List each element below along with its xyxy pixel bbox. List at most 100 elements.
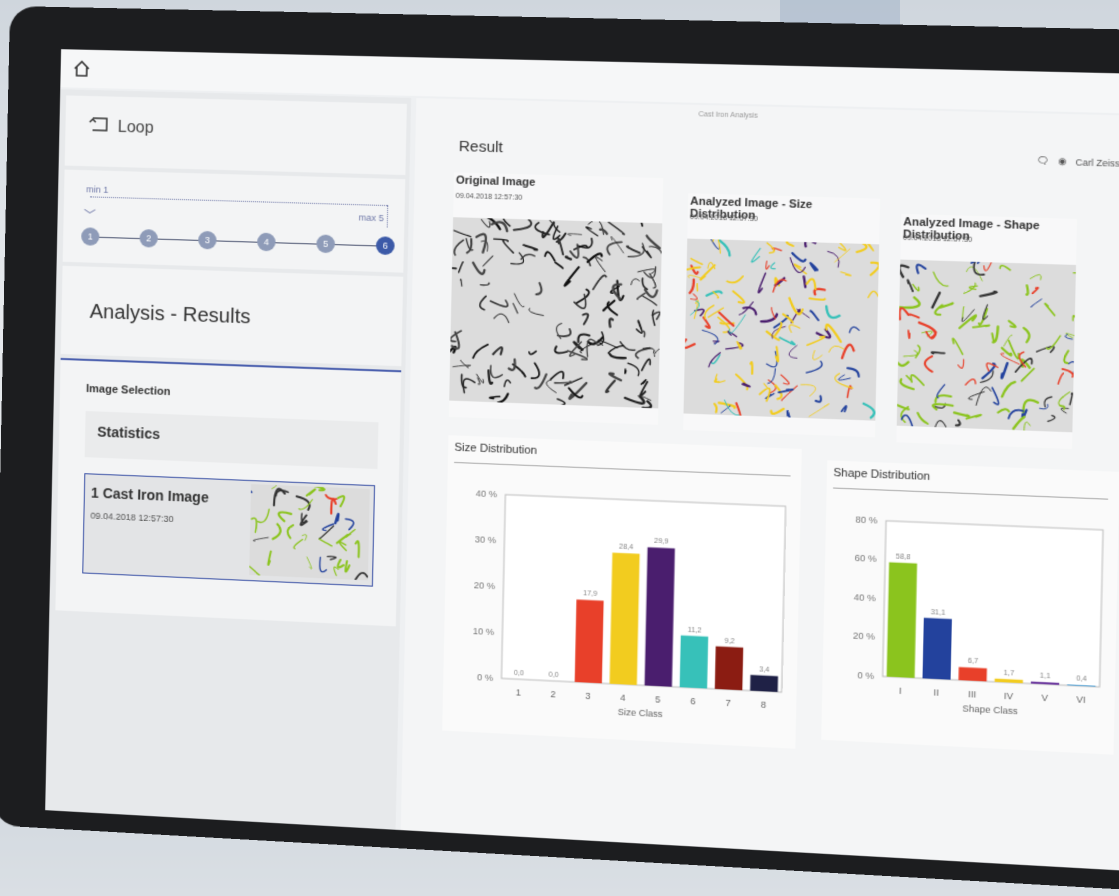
statistics-item[interactable]: Statistics [84, 411, 379, 470]
image-block-date: 09.04.2018 12:57:30 [902, 234, 973, 245]
graphite-particle [625, 369, 626, 373]
y-tick-label: 80 % [855, 514, 877, 525]
plot-area [501, 495, 785, 693]
step-3[interactable]: 3 [198, 230, 217, 250]
shape-analyzed-micrograph [896, 259, 1077, 433]
bar [574, 599, 604, 684]
window-title: Cast Iron Analysis [698, 111, 758, 120]
image-name: 1 Cast Iron Image [90, 484, 209, 506]
x-tick-label: 5 [655, 694, 661, 705]
loop-icon [88, 116, 108, 131]
step-6[interactable]: 6 [375, 236, 395, 256]
y-tick-label: 40 % [854, 592, 876, 603]
x-axis-label: Shape Class [962, 703, 1018, 716]
y-tick-label: 10 % [473, 626, 495, 637]
min-label: min 1 [86, 184, 109, 195]
bar-value-label: 9,2 [724, 637, 735, 645]
comment-icon[interactable]: 🗨 [1037, 155, 1050, 167]
x-tick-label: VI [1076, 694, 1086, 705]
shape-distribution-chart: 0 % 20 % 40 % 60 % 80 % 58,8 I 31,1 II 6,7 III 1,7 I… [853, 514, 1119, 716]
x-tick-label: II [933, 687, 939, 698]
bar [714, 646, 744, 691]
graphite-particle [1027, 285, 1028, 294]
loop-label: Loop [117, 118, 154, 137]
y-tick-label: 0 % [477, 672, 493, 683]
micrograph-background [896, 259, 1077, 433]
size-distribution-card: Size Distribution 0 % 10 % 20 % 30 % 40 % 0,0… [442, 435, 802, 749]
bar [750, 674, 779, 693]
user-avatar-icon[interactable]: ◉ [1058, 156, 1067, 168]
image-selection-heading: Image Selection [85, 382, 171, 399]
image-thumbnail [249, 484, 370, 581]
image-block-date: 09.04.2018 12:57:30 [689, 213, 759, 224]
x-tick-label: I [899, 686, 902, 697]
x-tick-label: 8 [761, 699, 767, 710]
shape-distribution-card: Shape Distribution 0 % 20 % 40 % 60 % 80 % 58… [821, 460, 1119, 755]
step-track [89, 236, 391, 247]
range-dotted-drop [386, 205, 389, 228]
range-dotted-line [90, 196, 388, 207]
bar-value-label: 28,4 [619, 544, 634, 552]
original-image-block: Original Image 09.04.2018 12:57:30 [448, 172, 664, 425]
bar-value-label: 11,2 [688, 626, 702, 634]
loop-stepper: min 1 max 5 ﹀ 1 2 3 4 5 6 [62, 169, 406, 273]
x-tick-label: 7 [726, 698, 732, 709]
bar-value-label: 0,0 [514, 670, 524, 678]
home-icon[interactable] [73, 59, 91, 77]
bar-value-label: 17,9 [583, 591, 598, 599]
step-2[interactable]: 2 [139, 229, 158, 248]
bar [609, 552, 640, 686]
size-analyzed-image-block: Analyzed Image - Size Distribution 09.04… [683, 193, 881, 438]
y-tick-label: 20 % [853, 631, 875, 642]
bar-value-label: 29,9 [654, 538, 669, 546]
image-block-date: 09.04.2018 12:57:30 [455, 192, 523, 202]
step-5[interactable]: 5 [316, 234, 336, 254]
x-tick-label: 2 [550, 689, 555, 700]
x-tick-label: 4 [620, 692, 625, 703]
x-tick-label: 6 [690, 696, 696, 707]
app-screen: Loop min 1 max 5 ﹀ 1 2 3 4 5 6 Analysis … [45, 49, 1119, 877]
x-axis-label: Size Class [618, 707, 663, 720]
x-tick-label: 1 [516, 687, 521, 697]
shape-analyzed-image-block: Analyzed Image - Shape Distribution 09.0… [896, 213, 1078, 450]
bar-value-label: 58,8 [896, 553, 911, 561]
bar [679, 635, 709, 689]
selected-image-item[interactable]: 1 Cast Iron Image 09.04.2018 12:57:30 [82, 473, 376, 587]
size-chart-title: Size Distribution [454, 441, 538, 458]
main-panel: Cast Iron Analysis Result 🗨 ◉ Carl Zeiss… [400, 98, 1119, 877]
y-tick-label: 40 % [476, 488, 498, 499]
bar-value-label: 31,1 [931, 609, 946, 617]
micrograph-background [449, 217, 663, 409]
size-distribution-chart: 0 % 10 % 20 % 30 % 40 % 0,0 1 0,0 2 17,9 3 28,4 4 29,… [473, 488, 801, 720]
image-selection-area: Image Selection Statistics 1 Cast Iron I… [55, 357, 402, 627]
x-tick-label: III [968, 689, 976, 700]
section-title-card: Analysis - Results [60, 265, 404, 367]
bar-value-label: 6,7 [968, 658, 979, 666]
left-panel: Loop min 1 max 5 ﹀ 1 2 3 4 5 6 Analysis … [45, 89, 412, 830]
bar-value-label: 3,4 [759, 666, 770, 674]
loop-card[interactable]: Loop [64, 95, 407, 176]
graphite-particle [697, 284, 698, 291]
y-tick-label: 30 % [475, 534, 497, 545]
bar-value-label: 1,1 [1040, 672, 1051, 680]
max-label: max 5 [358, 212, 384, 224]
image-block-title: Original Image [455, 174, 536, 189]
chevron-down-icon: ﹀ [83, 208, 96, 223]
monitor-bezel: Loop min 1 max 5 ﹀ 1 2 3 4 5 6 Analysis … [0, 6, 1119, 896]
graphite-particle [810, 298, 825, 299]
bar [958, 667, 987, 682]
image-timestamp: 09.04.2018 12:57:30 [90, 510, 174, 525]
step-1[interactable]: 1 [81, 227, 100, 246]
bar-value-label: 0,4 [1076, 676, 1087, 684]
user-name: Carl Zeiss [1075, 156, 1119, 169]
y-tick-label: 20 % [474, 580, 496, 591]
y-tick-label: 60 % [855, 553, 877, 564]
section-title: Analysis - Results [89, 300, 251, 329]
bar-value-label: 1,7 [1004, 670, 1015, 678]
x-tick-label: V [1041, 692, 1048, 703]
bar-value-label: 0,0 [548, 671, 558, 679]
statistics-label: Statistics [97, 423, 161, 443]
step-4[interactable]: 4 [257, 232, 276, 252]
x-tick-label: 3 [585, 691, 590, 702]
bar [922, 617, 952, 680]
